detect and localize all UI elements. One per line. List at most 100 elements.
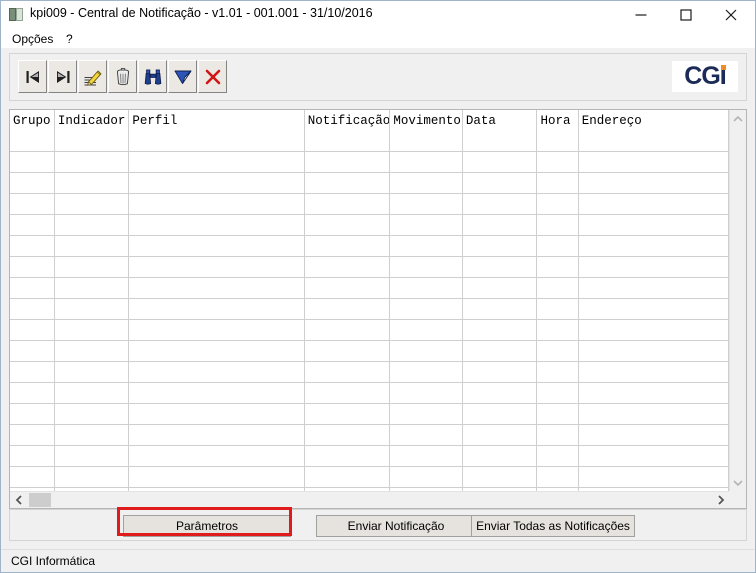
table-cell-empty[interactable]	[128, 172, 305, 194]
table-cell-empty[interactable]	[389, 151, 463, 173]
table-cell-empty[interactable]	[128, 193, 305, 215]
table-cell-empty[interactable]	[389, 424, 463, 446]
table-cell-empty[interactable]	[10, 319, 55, 341]
table-cell-empty[interactable]	[462, 403, 538, 425]
table-cell-empty[interactable]	[304, 298, 391, 320]
table-cell-empty[interactable]	[304, 277, 391, 299]
table-cell-empty[interactable]	[304, 466, 391, 488]
table-cell-empty[interactable]	[462, 424, 538, 446]
table-cell-empty[interactable]	[389, 340, 463, 362]
table-cell-empty[interactable]	[10, 214, 55, 236]
table-cell-empty[interactable]	[536, 131, 579, 152]
scroll-up-button[interactable]	[730, 110, 746, 127]
table-cell-empty[interactable]	[10, 131, 55, 152]
table-row-empty[interactable]	[10, 424, 729, 446]
table-cell-empty[interactable]	[536, 382, 579, 404]
table-cell-empty[interactable]	[578, 172, 729, 194]
table-cell-empty[interactable]	[536, 214, 579, 236]
table-cell-empty[interactable]	[389, 361, 463, 383]
table-cell-empty[interactable]	[389, 256, 463, 278]
column-header-grupo[interactable]: Grupo	[10, 110, 55, 131]
table-cell-empty[interactable]	[389, 172, 463, 194]
enviar-todas-notificacoes-button[interactable]: Enviar Todas as Notificações	[471, 515, 635, 537]
table-row-empty[interactable]	[10, 403, 729, 425]
column-header-movimento[interactable]: Movimento	[389, 110, 463, 131]
table-cell-empty[interactable]	[536, 424, 579, 446]
column-header-data[interactable]: Data	[462, 110, 538, 131]
table-cell-empty[interactable]	[304, 235, 391, 257]
table-cell-empty[interactable]	[462, 382, 538, 404]
column-header-indicador[interactable]: Indicador	[54, 110, 130, 131]
table-cell-empty[interactable]	[128, 151, 305, 173]
table-cell-empty[interactable]	[128, 235, 305, 257]
table-cell-empty[interactable]	[54, 193, 130, 215]
table-cell-empty[interactable]	[10, 340, 55, 362]
table-cell-empty[interactable]	[389, 445, 463, 467]
table-cell-empty[interactable]	[536, 193, 579, 215]
table-cell-empty[interactable]	[128, 298, 305, 320]
table-row-empty[interactable]	[10, 361, 729, 383]
table-cell-empty[interactable]	[54, 445, 130, 467]
table-cell-empty[interactable]	[578, 193, 729, 215]
table-cell-empty[interactable]	[54, 277, 130, 299]
table-cell-empty[interactable]	[128, 403, 305, 425]
table-cell-empty[interactable]	[54, 235, 130, 257]
table-cell-empty[interactable]	[389, 298, 463, 320]
table-cell-empty[interactable]	[578, 382, 729, 404]
table-cell-empty[interactable]	[578, 256, 729, 278]
column-header-perfil[interactable]: Perfil	[128, 110, 305, 131]
table-cell-empty[interactable]	[54, 424, 130, 446]
table-row-empty[interactable]	[10, 151, 729, 173]
table-row-empty[interactable]	[10, 466, 729, 488]
table-cell-empty[interactable]	[578, 298, 729, 320]
table-cell-empty[interactable]	[536, 340, 579, 362]
vertical-scrollbar[interactable]	[729, 110, 746, 491]
table-cell-empty[interactable]	[462, 361, 538, 383]
table-cell-empty[interactable]	[578, 214, 729, 236]
table-cell-empty[interactable]	[304, 172, 391, 194]
table-cell-empty[interactable]	[128, 214, 305, 236]
column-header-hora[interactable]: Hora	[536, 110, 579, 131]
table-cell-empty[interactable]	[536, 466, 579, 488]
table-cell-empty[interactable]	[536, 361, 579, 383]
table-cell-empty[interactable]	[462, 277, 538, 299]
table-cell-empty[interactable]	[462, 214, 538, 236]
edit-button[interactable]	[78, 60, 107, 93]
table-cell-empty[interactable]	[389, 193, 463, 215]
table-cell-empty[interactable]	[536, 403, 579, 425]
table-cell-empty[interactable]	[304, 382, 391, 404]
column-header-endereco[interactable]: Endereço	[578, 110, 729, 131]
table-cell-empty[interactable]	[536, 298, 579, 320]
table-cell-empty[interactable]	[128, 382, 305, 404]
table-cell-empty[interactable]	[462, 235, 538, 257]
table-cell-empty[interactable]	[536, 151, 579, 173]
table-cell-empty[interactable]	[536, 277, 579, 299]
table-cell-empty[interactable]	[304, 445, 391, 467]
parametros-button[interactable]: Parâmetros	[123, 515, 291, 537]
table-cell-empty[interactable]	[10, 151, 55, 173]
table-cell-empty[interactable]	[578, 424, 729, 446]
table-row-empty[interactable]	[10, 340, 729, 362]
table-cell-empty[interactable]	[578, 445, 729, 467]
table-cell-empty[interactable]	[536, 319, 579, 341]
table-row-empty[interactable]	[10, 445, 729, 467]
table-cell-empty[interactable]	[54, 361, 130, 383]
last-record-button[interactable]	[48, 60, 77, 93]
table-cell-empty[interactable]	[304, 340, 391, 362]
first-record-button[interactable]	[18, 60, 47, 93]
table-cell-empty[interactable]	[304, 256, 391, 278]
table-cell-empty[interactable]	[54, 131, 130, 152]
menu-item-help[interactable]: ?	[62, 31, 77, 47]
menu-item-opcoes[interactable]: Opções	[8, 31, 57, 47]
table-row-empty[interactable]	[10, 172, 729, 194]
table-cell-empty[interactable]	[389, 131, 463, 152]
scroll-left-button[interactable]	[10, 492, 27, 508]
table-cell-empty[interactable]	[536, 445, 579, 467]
table-cell-empty[interactable]	[10, 235, 55, 257]
table-cell-empty[interactable]	[54, 403, 130, 425]
table-cell-empty[interactable]	[54, 256, 130, 278]
table-cell-empty[interactable]	[128, 445, 305, 467]
horizontal-scrollbar[interactable]	[10, 491, 746, 508]
maximize-button[interactable]	[663, 1, 708, 28]
table-cell-empty[interactable]	[389, 277, 463, 299]
